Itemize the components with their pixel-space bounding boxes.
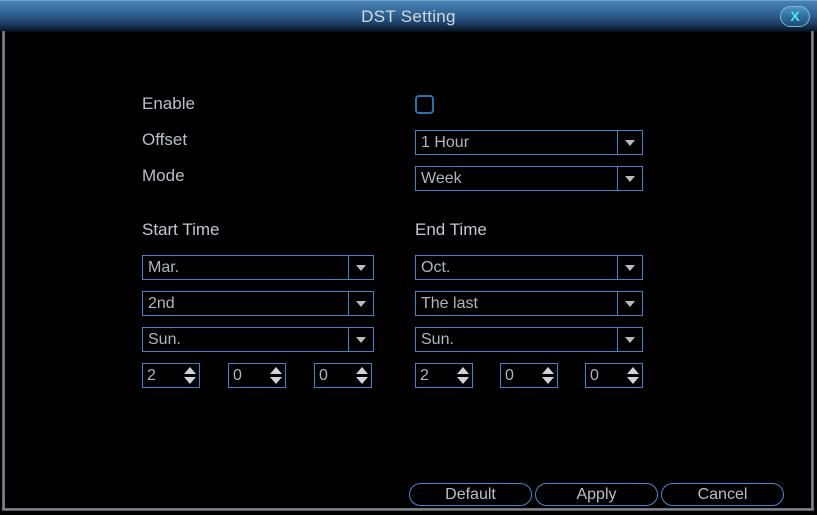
window-frame-right [811, 31, 814, 511]
end-weekday-dropdown[interactable]: Sun. [415, 327, 643, 352]
stepper-down-icon[interactable] [356, 377, 368, 384]
start-weekday-value: Sun. [148, 331, 181, 348]
chevron-down-icon[interactable] [617, 131, 642, 154]
chevron-down-icon[interactable] [348, 292, 373, 315]
start-minute-stepper[interactable]: 0 [228, 363, 286, 388]
stepper-arrows [181, 364, 199, 387]
end-minute-value: 0 [505, 367, 514, 384]
stepper-up-icon[interactable] [627, 367, 639, 374]
stepper-down-icon[interactable] [184, 377, 196, 384]
apply-button[interactable]: Apply [535, 483, 658, 506]
stepper-up-icon[interactable] [542, 367, 554, 374]
start-hour-value: 2 [147, 367, 156, 384]
start-hour-stepper[interactable]: 2 [142, 363, 200, 388]
enable-label: Enable [142, 94, 195, 113]
start-time-heading: Start Time [142, 220, 220, 239]
start-minute-value: 0 [233, 367, 242, 384]
stepper-arrows [267, 364, 285, 387]
start-week-value: 2nd [148, 295, 175, 312]
mode-label: Mode [142, 166, 185, 185]
end-second-stepper[interactable]: 0 [585, 363, 643, 388]
start-second-value: 0 [319, 367, 328, 384]
start-month-dropdown[interactable]: Mar. [142, 255, 374, 280]
window-frame-bottom [2, 508, 814, 511]
close-icon-glyph: X [790, 8, 800, 24]
end-minute-stepper[interactable]: 0 [500, 363, 558, 388]
stepper-arrows [353, 364, 371, 387]
start-second-stepper[interactable]: 0 [314, 363, 372, 388]
window-frame-left [2, 31, 5, 511]
stepper-up-icon[interactable] [356, 367, 368, 374]
stepper-down-icon[interactable] [542, 377, 554, 384]
stepper-up-icon[interactable] [184, 367, 196, 374]
start-month-value: Mar. [148, 259, 180, 276]
mode-dropdown-value: Week [421, 170, 462, 187]
end-weekday-value: Sun. [421, 331, 454, 348]
stepper-down-icon[interactable] [457, 377, 469, 384]
end-month-value: Oct. [421, 259, 451, 276]
start-weekday-dropdown[interactable]: Sun. [142, 327, 374, 352]
chevron-down-icon[interactable] [617, 256, 642, 279]
cancel-button[interactable]: Cancel [661, 483, 784, 506]
stepper-arrows [539, 364, 557, 387]
mode-dropdown[interactable]: Week [415, 166, 643, 191]
end-second-value: 0 [590, 367, 599, 384]
stepper-up-icon[interactable] [457, 367, 469, 374]
chevron-down-icon[interactable] [617, 292, 642, 315]
stepper-down-icon[interactable] [627, 377, 639, 384]
close-icon[interactable]: X [780, 6, 810, 27]
stepper-arrows [624, 364, 642, 387]
stepper-up-icon[interactable] [270, 367, 282, 374]
offset-dropdown[interactable]: 1 Hour [415, 130, 643, 155]
end-week-value: The last [421, 295, 478, 312]
chevron-down-icon[interactable] [348, 256, 373, 279]
end-week-dropdown[interactable]: The last [415, 291, 643, 316]
offset-label: Offset [142, 130, 188, 149]
stepper-down-icon[interactable] [270, 377, 282, 384]
stepper-arrows [454, 364, 472, 387]
end-hour-stepper[interactable]: 2 [415, 363, 473, 388]
window-title: DST Setting [361, 7, 456, 26]
end-hour-value: 2 [420, 367, 429, 384]
start-week-dropdown[interactable]: 2nd [142, 291, 374, 316]
end-month-dropdown[interactable]: Oct. [415, 255, 643, 280]
offset-dropdown-value: 1 Hour [421, 134, 470, 151]
chevron-down-icon[interactable] [348, 328, 373, 351]
enable-checkbox[interactable] [415, 95, 434, 114]
dst-setting-dialog: DST Setting X Enable Offset 1 Hour Mode … [0, 0, 817, 515]
title-bar: DST Setting X [0, 0, 817, 32]
end-time-heading: End Time [415, 220, 487, 239]
chevron-down-icon[interactable] [617, 167, 642, 190]
chevron-down-icon[interactable] [617, 328, 642, 351]
default-button[interactable]: Default [409, 483, 532, 506]
